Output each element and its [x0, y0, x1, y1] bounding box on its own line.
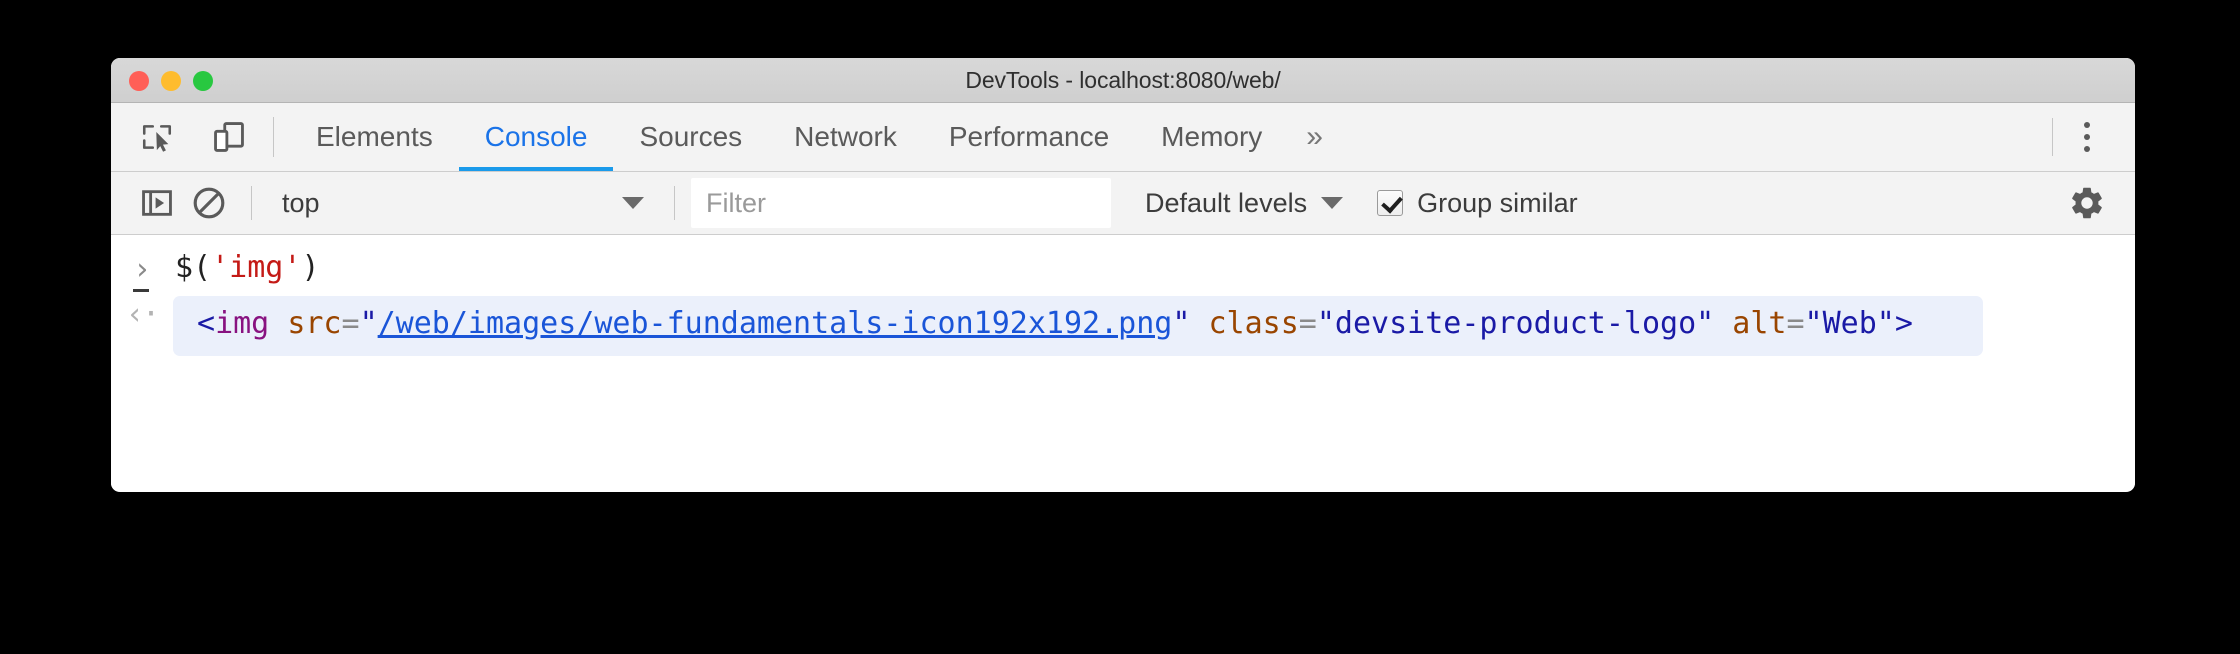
panel-tabs: Elements Console Sources Network Perform…	[290, 103, 2052, 171]
code-string-literal: 'img'	[211, 250, 302, 285]
group-similar-checkbox[interactable]	[1377, 190, 1404, 216]
tabbar-icon-group	[111, 103, 255, 171]
traffic-lights	[129, 58, 213, 103]
attr-equals: =	[1298, 305, 1317, 341]
clear-console-button[interactable]	[183, 177, 235, 229]
execution-context-select[interactable]: top	[268, 181, 658, 225]
attr-quote-open: "	[1316, 305, 1335, 341]
attr-class-name: class	[1208, 305, 1299, 341]
group-similar-label: Group similar	[1417, 187, 1578, 218]
gear-icon	[2072, 187, 2102, 219]
more-vertical-icon-dot	[2084, 122, 2090, 128]
attr-quote-open: "	[1804, 305, 1823, 341]
attr-quote-open: "	[359, 305, 378, 341]
code-prefix: $(	[175, 250, 212, 285]
console-input-gutter: ›	[111, 251, 173, 292]
result-arrow-icon: ‹·	[125, 296, 160, 332]
devtools-tabbar: Elements Console Sources Network Perform…	[111, 103, 2135, 172]
console-toolbar: top Default levels Group similar	[111, 172, 2135, 235]
inspect-element-button[interactable]	[131, 111, 183, 163]
console-result-html[interactable]: <img src="/web/images/web-fundamentals-i…	[173, 295, 1983, 357]
group-similar-control[interactable]: Group similar	[1377, 188, 1578, 219]
more-options-button[interactable]	[2063, 111, 2111, 163]
tabbar-divider	[273, 117, 274, 157]
execution-context-value: top	[282, 187, 320, 218]
log-levels-value: Default levels	[1145, 187, 1308, 218]
tab-network[interactable]: Network	[768, 103, 923, 171]
more-vertical-icon-dot	[2084, 134, 2090, 140]
console-sidebar-toggle-button[interactable]	[131, 177, 183, 229]
tabbar-divider-right	[2052, 118, 2053, 156]
log-levels-select[interactable]: Default levels	[1137, 181, 1351, 225]
toolbar-divider-1	[251, 186, 252, 220]
class-value: devsite-product-logo	[1334, 305, 1697, 341]
inspect-element-icon	[142, 125, 172, 152]
console-settings-button[interactable]	[2061, 177, 2113, 229]
device-toolbar-button[interactable]	[203, 111, 255, 163]
tab-sources[interactable]: Sources	[613, 103, 768, 171]
attr-equals: =	[1786, 305, 1805, 341]
tag-name: img	[215, 305, 270, 341]
alt-value: Web	[1822, 305, 1877, 341]
tab-performance[interactable]: Performance	[923, 103, 1135, 171]
tab-memory[interactable]: Memory	[1135, 103, 1288, 171]
tabbar-right-group	[2052, 103, 2135, 171]
attr-equals: =	[341, 305, 360, 341]
close-window-button[interactable]	[129, 70, 149, 91]
minimize-window-button[interactable]	[161, 70, 181, 91]
console-output-row[interactable]: ‹· <img src="/web/images/web-fundamental…	[111, 286, 2135, 357]
chevron-down-icon	[1321, 197, 1344, 209]
src-value-link[interactable]: /web/images/web-fundamentals-icon192x192…	[378, 306, 1173, 341]
console-output-gutter: ‹·	[111, 296, 173, 330]
attr-quote-close: "	[1696, 305, 1715, 341]
tab-console[interactable]: Console	[458, 103, 614, 171]
console-settings-group	[2061, 177, 2135, 229]
console-input-code[interactable]: $('img')	[173, 250, 320, 286]
tab-elements[interactable]: Elements	[290, 103, 459, 171]
console-input-row[interactable]: › $('img')	[111, 235, 2135, 292]
console-message-list[interactable]: › $('img') ‹· <img src="/web/images/web-…	[111, 235, 2135, 491]
attr-quote-close: "	[1876, 305, 1895, 341]
window-title: DevTools - localhost:8080/web/	[965, 66, 1281, 93]
attr-quote-close: "	[1172, 305, 1191, 341]
clear-console-icon	[193, 187, 225, 219]
tag-close-angle: >	[1894, 305, 1913, 341]
tag-open-angle: <	[197, 305, 216, 341]
filter-input[interactable]	[691, 178, 1111, 228]
more-vertical-icon-dot	[2084, 146, 2090, 152]
prompt-arrow-icon: ›	[132, 252, 152, 292]
console-sidebar-icon	[142, 190, 172, 216]
attr-src-name: src	[287, 305, 342, 341]
chevron-down-icon	[622, 197, 644, 209]
more-tabs-button[interactable]: »	[1288, 103, 1341, 171]
window-titlebar: DevTools - localhost:8080/web/	[111, 58, 2135, 103]
maximize-window-button[interactable]	[193, 70, 213, 91]
code-suffix: )	[301, 250, 320, 285]
devtools-window: DevTools - localhost:8080/web/ Elements …	[111, 58, 2135, 492]
device-toolbar-icon	[214, 122, 244, 152]
toolbar-divider-2	[674, 186, 675, 220]
attr-alt-name: alt	[1732, 305, 1787, 341]
